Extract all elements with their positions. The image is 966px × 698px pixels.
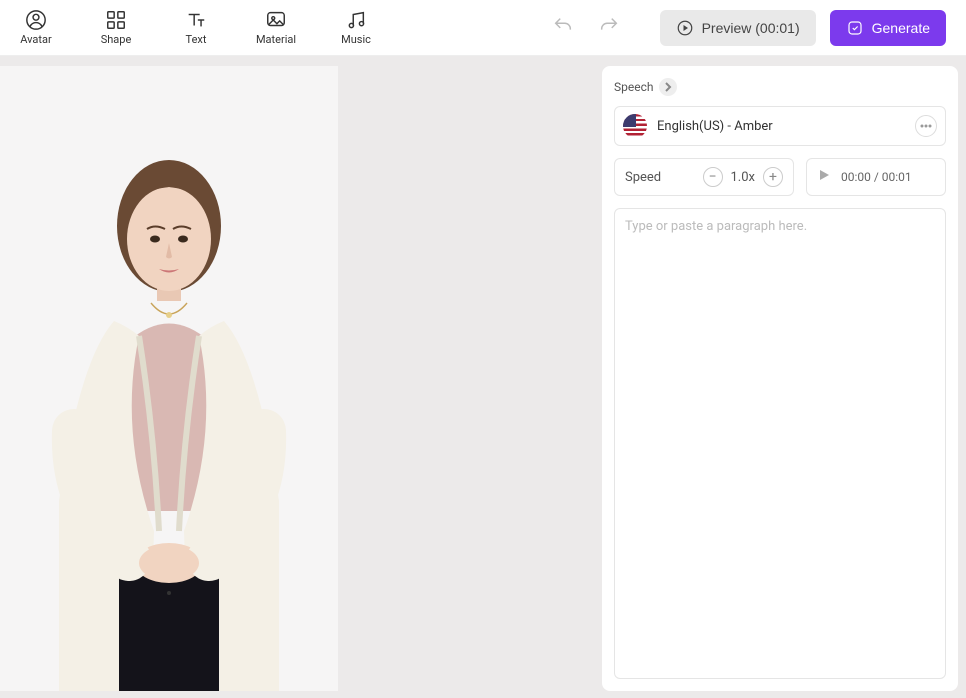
canvas[interactable] [0,66,338,691]
speed-increase-button[interactable]: + [763,167,783,187]
tool-group: Avatar Shape Text Material Music [12,9,380,46]
text-tool-label: Text [186,33,207,46]
speech-text-container [614,208,946,679]
main-area: Speech English(US) - Amber Speed − 1.0x … [0,56,966,698]
top-toolbar: Avatar Shape Text Material Music [0,0,966,56]
generate-button[interactable]: Generate [830,10,946,46]
flag-us-icon [623,114,647,138]
preview-button[interactable]: Preview (00:01) [660,10,816,46]
material-tool[interactable]: Material [252,9,300,46]
play-button[interactable] [817,168,831,186]
generate-label: Generate [872,20,930,36]
preview-icon [676,19,694,37]
shape-icon [105,9,127,31]
playback-controls: Speed − 1.0x + 00:00 / 00:01 [614,158,946,196]
avatar-icon [25,9,47,31]
voice-more-button[interactable] [915,115,937,137]
voice-selector[interactable]: English(US) - Amber [614,106,946,146]
shape-tool-label: Shape [101,33,132,46]
text-icon [185,9,207,31]
history-controls [552,15,660,41]
speed-value: 1.0x [731,170,756,185]
music-tool[interactable]: Music [332,9,380,46]
speed-decrease-button[interactable]: − [703,167,723,187]
speed-label: Speed [625,170,661,185]
action-buttons: Preview (00:01) Generate [660,10,946,46]
material-tool-label: Material [256,33,296,46]
avatar-tool[interactable]: Avatar [12,9,60,46]
redo-button[interactable] [598,15,620,41]
generate-icon [846,19,864,37]
shape-tool[interactable]: Shape [92,9,140,46]
text-tool[interactable]: Text [172,9,220,46]
speech-tab-label: Speech [614,80,653,94]
speech-text-input[interactable] [625,219,935,668]
play-icon [817,168,831,182]
ellipsis-icon [920,120,932,132]
preview-label: Preview (00:01) [702,20,800,36]
speed-control: Speed − 1.0x + [614,158,794,196]
undo-icon [552,15,574,37]
avatar-tool-label: Avatar [20,33,51,46]
timecode: 00:00 / 00:01 [841,170,912,184]
redo-icon [598,15,620,37]
chevron-right-icon [659,78,677,96]
material-icon [265,9,287,31]
play-control: 00:00 / 00:01 [806,158,946,196]
music-tool-label: Music [341,33,371,46]
undo-button[interactable] [552,15,574,41]
speech-tab[interactable]: Speech [614,78,946,96]
voice-name: English(US) - Amber [657,119,905,134]
music-icon [345,9,367,31]
speech-panel: Speech English(US) - Amber Speed − 1.0x … [602,66,958,691]
avatar-preview[interactable] [19,131,319,691]
